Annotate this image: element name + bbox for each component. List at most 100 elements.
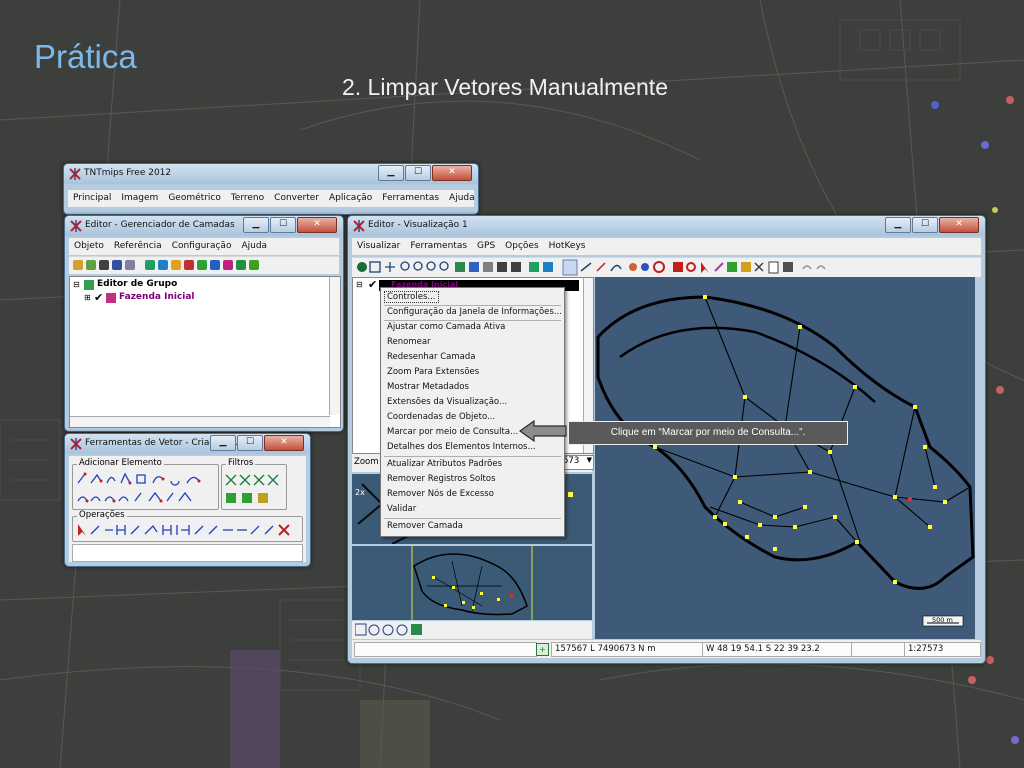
layer-manager-menubar: Objeto Referência Configuração Ajuda <box>69 238 339 255</box>
layer-manager-window: Editor - Gerenciador de Camadas ▁ ☐ ✕ Obje… <box>64 215 344 432</box>
context-menu-item[interactable]: Configuração da Janela de Informações... <box>387 307 562 317</box>
slide-subtitle: 2. Limpar Vetores Manualmente <box>341 74 668 100</box>
context-menu-item[interactable]: Extensões da Visualização... <box>387 397 507 407</box>
maximize-button[interactable]: ☐ <box>405 165 431 181</box>
menu-principal[interactable]: Principal <box>73 193 111 203</box>
menu-aplicacao[interactable]: Aplicação <box>329 193 372 203</box>
menu-visualizar[interactable]: Visualizar <box>357 241 400 251</box>
menu-imagem[interactable]: Imagem <box>121 193 158 203</box>
menu-terreno[interactable]: Terreno <box>231 193 264 203</box>
context-menu-item-query-mark[interactable]: Marcar por meio de Consulta... <box>387 427 518 437</box>
tool-icon[interactable] <box>210 260 220 270</box>
menu-geometrico[interactable]: Geométrico <box>168 193 221 203</box>
tool-icon[interactable] <box>171 260 181 270</box>
menu-ajuda[interactable]: Ajuda <box>449 193 475 203</box>
menu-hotkeys[interactable]: HotKeys <box>549 241 586 251</box>
tool-icon[interactable] <box>158 260 168 270</box>
close-button[interactable]: ✕ <box>297 217 337 233</box>
context-menu-item[interactable]: Remover Camada <box>387 521 463 531</box>
tool-icon[interactable] <box>145 260 155 270</box>
main-menubar: Principal Imagem Geométrico Terreno Converte… <box>68 190 475 207</box>
tool-icon[interactable] <box>125 260 135 270</box>
menu-gps[interactable]: GPS <box>477 241 495 251</box>
view-toolbar-icons[interactable] <box>355 259 855 276</box>
maximize-button[interactable]: ☐ <box>237 435 263 451</box>
menu-separator <box>384 305 561 306</box>
menu-ferramentas[interactable]: Ferramentas <box>410 241 467 251</box>
add-element-label: Adicionar Elemento <box>77 458 164 468</box>
layer-tree-panel: ⊟ Editor de Grupo ⊞ ✔ Fazenda Inicial <box>69 276 341 428</box>
expand-toggle-icon[interactable]: ⊞ <box>84 293 91 302</box>
tree-layer-label[interactable]: Fazenda Inicial <box>119 292 195 302</box>
menu-opcoes[interactable]: Opções <box>505 241 538 251</box>
maximize-button[interactable]: ☐ <box>912 217 938 233</box>
zoom-select[interactable]: 573 ▼ <box>562 455 594 470</box>
minimize-button[interactable]: ▁ <box>378 165 404 181</box>
context-menu-item[interactable]: Remover Registros Soltos <box>387 474 496 484</box>
context-menu-item[interactable]: Zoom Para Extensões <box>387 367 479 377</box>
tool-icon[interactable] <box>197 260 207 270</box>
vector-tools-titlebar[interactable]: Ferramentas de Vetor - Criado p... ▁ ☐ ✕ <box>65 434 310 454</box>
layer-manager-titlebar[interactable]: Editor - Gerenciador de Camadas ▁ ☐ ✕ <box>65 216 343 236</box>
menu-ajuda[interactable]: Ajuda <box>241 241 267 251</box>
checkmark-icon[interactable]: ✔ <box>368 278 377 291</box>
menu-ferramentas[interactable]: Ferramentas <box>382 193 439 203</box>
menu-referencia[interactable]: Referência <box>114 241 162 251</box>
tool-icon[interactable] <box>86 260 96 270</box>
menu-configuracao[interactable]: Configuração <box>172 241 232 251</box>
tool-icon[interactable] <box>223 260 233 270</box>
zoom-value: 573 <box>563 456 580 466</box>
vector-tools-window: Ferramentas de Vetor - Criado p... ▁ ☐ ✕ A… <box>64 433 311 567</box>
context-menu-item[interactable]: Validar <box>387 504 416 514</box>
menu-converter[interactable]: Converter <box>274 193 319 203</box>
maximize-button[interactable]: ☐ <box>270 217 296 233</box>
vertical-scrollbar[interactable] <box>329 277 340 415</box>
layer-manager-title: Editor - Gerenciador de Camadas <box>85 220 235 230</box>
expand-toggle-icon[interactable]: ⊟ <box>356 280 363 289</box>
context-menu-item[interactable]: Ajustar como Camada Ativa <box>387 322 505 332</box>
minimize-button[interactable]: ▁ <box>885 217 911 233</box>
main-window-titlebar[interactable]: TNTmips Free 2012 ▁ ☐ ✕ <box>64 164 478 184</box>
save-icon[interactable] <box>112 260 122 270</box>
filters-label: Filtros <box>226 458 256 468</box>
operation-tools-icons[interactable] <box>75 522 300 538</box>
minimize-button[interactable]: ▁ <box>210 435 236 451</box>
layer-context-menu: Controles... Configuração da Janela de I… <box>380 287 565 537</box>
tntmips-logo-icon <box>69 168 81 180</box>
context-menu-item[interactable]: Redesenhar Camada <box>387 352 475 362</box>
horizontal-scrollbar[interactable] <box>70 416 330 427</box>
menu-objeto[interactable]: Objeto <box>74 241 104 251</box>
context-menu-item[interactable]: Mostrar Metadados <box>387 382 469 392</box>
expand-toggle-icon[interactable]: ⊟ <box>73 280 80 289</box>
view-window-titlebar[interactable]: Editor - Visualização 1 ▁ ☐ ✕ <box>348 216 985 236</box>
context-menu-item[interactable]: Controles... <box>384 291 439 303</box>
close-button[interactable]: ✕ <box>939 217 979 233</box>
tool-icon[interactable] <box>99 260 109 270</box>
context-menu-item[interactable]: Remover Nós de Excesso <box>387 489 494 499</box>
checkmark-icon[interactable]: ✔ <box>94 291 103 304</box>
instruction-callout: Clique em “Marcar por meio de Consulta..… <box>568 421 848 445</box>
add-element-tools-icons[interactable] <box>75 471 215 507</box>
tool-icon[interactable] <box>249 260 259 270</box>
context-menu-item[interactable]: Atualizar Atributos Padrões <box>387 459 502 469</box>
context-menu-item[interactable]: Detalhes dos Elementos Internos... <box>387 442 536 452</box>
close-button[interactable]: ✕ <box>264 435 304 451</box>
tntmips-logo-icon <box>70 438 82 450</box>
filter-tools-icons[interactable] <box>224 471 284 507</box>
main-map-canvas[interactable]: 500 m <box>595 277 975 639</box>
scale-bar-label: 500 m <box>932 616 953 624</box>
tool-icon[interactable] <box>184 260 194 270</box>
overview-tool-icons[interactable] <box>355 623 435 637</box>
close-button[interactable]: ✕ <box>432 165 472 181</box>
coordinate-target-icon[interactable]: + <box>536 643 549 656</box>
minimize-button[interactable]: ▁ <box>243 217 269 233</box>
context-menu-item[interactable]: Coordenadas de Objeto... <box>387 412 495 422</box>
tntmips-logo-icon <box>70 220 82 232</box>
tool-icon[interactable] <box>73 260 83 270</box>
vector-map-graphic <box>596 295 975 627</box>
tree-group-label[interactable]: Editor de Grupo <box>97 279 177 289</box>
zoom-label: Zoom <box>354 457 379 467</box>
context-menu-item[interactable]: Renomear <box>387 337 431 347</box>
tool-icon[interactable] <box>236 260 246 270</box>
filters-group: Filtros <box>221 458 287 510</box>
